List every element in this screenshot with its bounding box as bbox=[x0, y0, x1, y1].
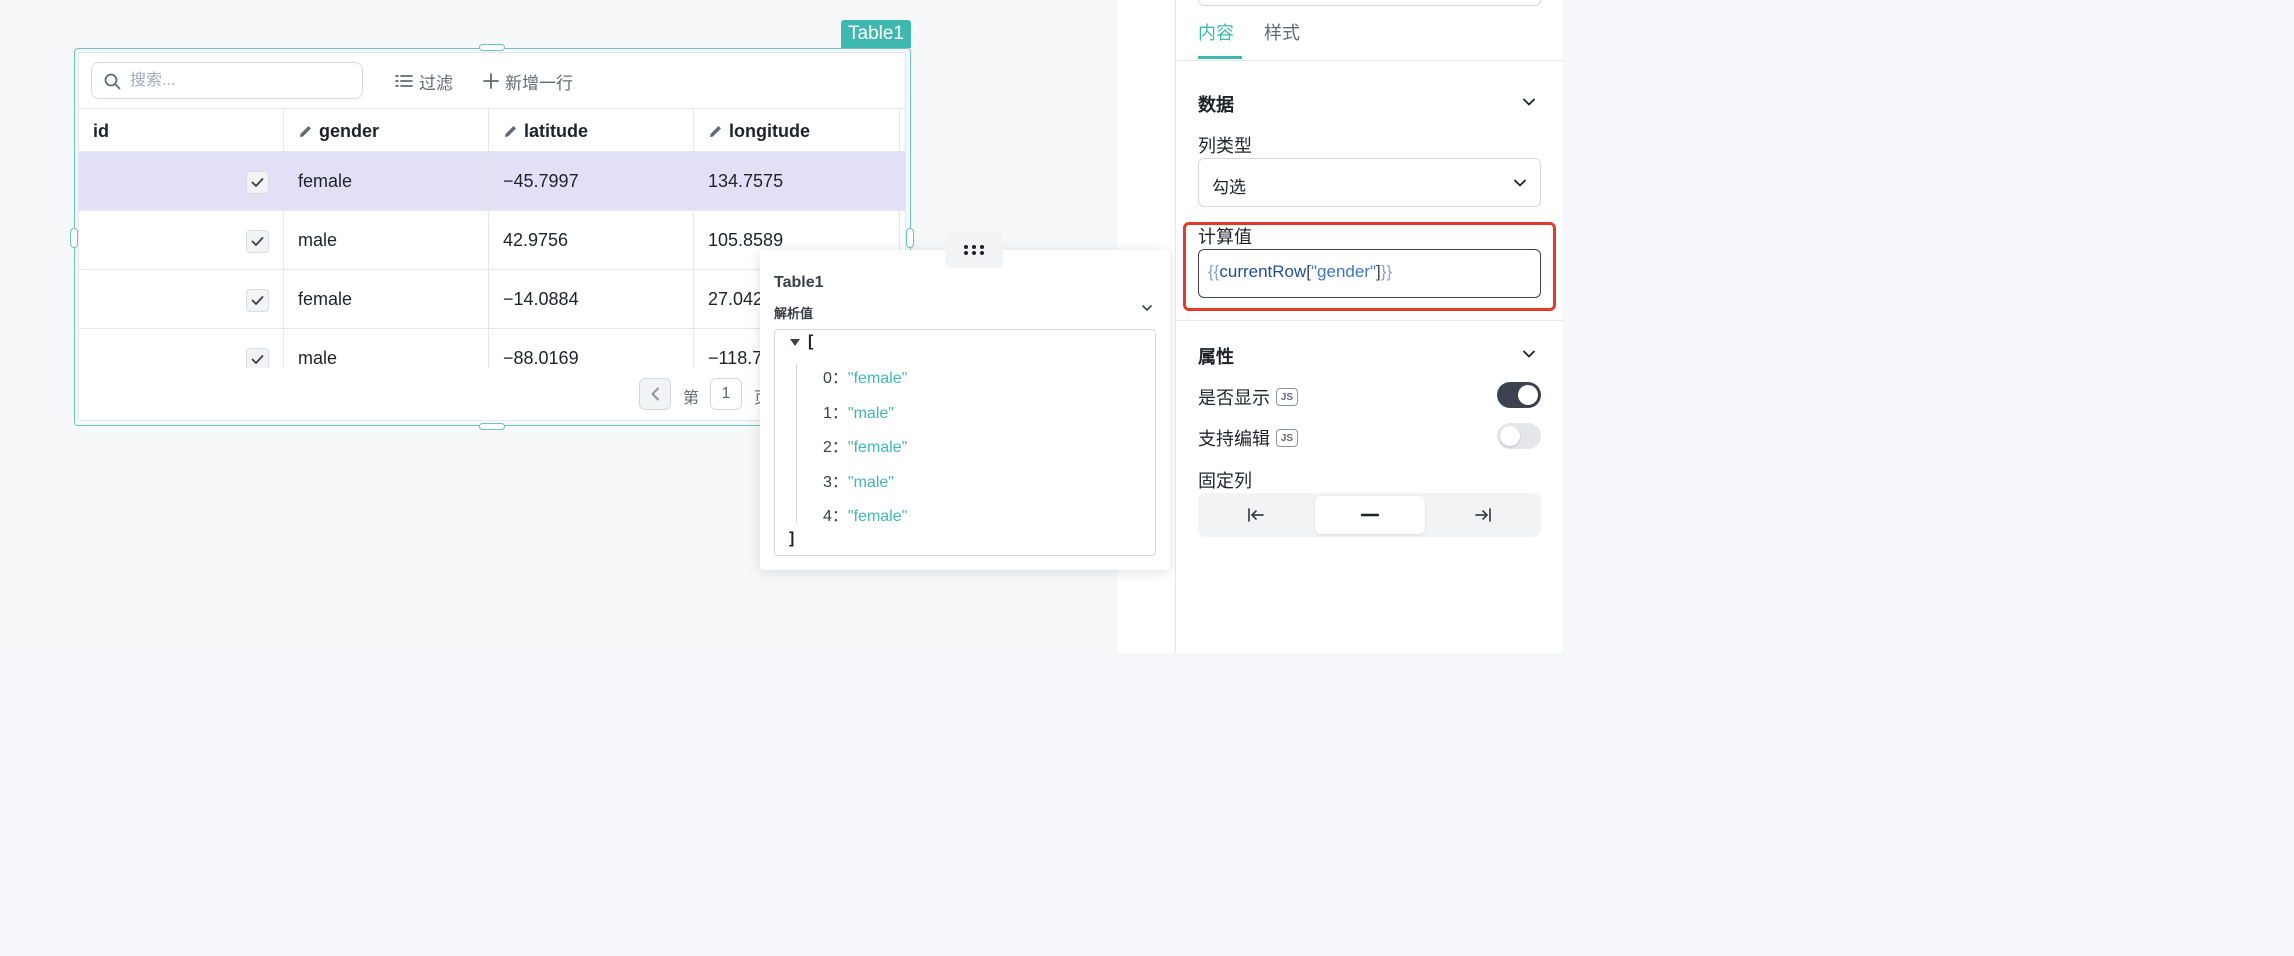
column-header-longitude[interactable]: longitude bbox=[694, 109, 900, 153]
minus-icon bbox=[1361, 513, 1379, 517]
tree-item[interactable]: 2："female" bbox=[823, 433, 907, 457]
section-title-data[interactable]: 数据 bbox=[1198, 91, 1234, 117]
search-box[interactable] bbox=[91, 62, 363, 99]
cell-longitude[interactable]: 134.7575 bbox=[694, 152, 900, 210]
resize-handle-left[interactable] bbox=[70, 228, 78, 248]
popover-title: Table1 bbox=[774, 274, 824, 291]
js-toggle-icon[interactable]: JS bbox=[1276, 429, 1298, 447]
tree-close-bracket: ] bbox=[789, 530, 795, 547]
tree-item[interactable]: 3："male" bbox=[823, 468, 894, 492]
prev-page-button[interactable] bbox=[639, 378, 671, 410]
evaluated-value-popover: Table1 解析值 [ 0："female" 1："male" 2："fema… bbox=[760, 250, 1170, 570]
fix-left-button[interactable] bbox=[1201, 496, 1311, 534]
toggle-knob bbox=[1500, 426, 1520, 446]
visible-label: 是否显示 JS bbox=[1198, 384, 1298, 410]
divider bbox=[1176, 60, 1564, 61]
edit-pencil-icon bbox=[710, 125, 721, 137]
toggle-knob bbox=[1518, 385, 1538, 405]
edit-pencil-icon bbox=[505, 125, 516, 137]
check-icon bbox=[251, 296, 264, 305]
popover-subtitle: 解析值 bbox=[774, 306, 814, 321]
widget-name-tag[interactable]: Table1 bbox=[841, 20, 911, 48]
cell-latitude[interactable]: −14.0884 bbox=[489, 270, 694, 328]
filter-icon bbox=[395, 75, 413, 87]
tab-style[interactable]: 样式 bbox=[1264, 19, 1300, 45]
cell-id[interactable] bbox=[79, 152, 284, 210]
cell-id[interactable] bbox=[79, 270, 284, 328]
check-icon bbox=[251, 355, 264, 364]
fixed-column-label: 固定列 bbox=[1198, 471, 1252, 491]
align-left-arrow-icon bbox=[1248, 508, 1264, 522]
name-input[interactable] bbox=[1198, 0, 1541, 6]
fix-right-button[interactable] bbox=[1428, 496, 1538, 534]
chevron-down-icon[interactable] bbox=[1141, 302, 1153, 314]
computed-value-input[interactable]: {{currentRow["gender"]}} bbox=[1198, 249, 1541, 298]
align-right-arrow-icon bbox=[1475, 508, 1491, 522]
computed-value-label: 计算值 bbox=[1198, 227, 1252, 247]
add-row-button[interactable]: 新增一行 bbox=[483, 70, 573, 93]
cell-gender[interactable]: female bbox=[284, 152, 489, 210]
page-prefix: 第 bbox=[683, 390, 700, 407]
tree-item[interactable]: 0："female" bbox=[823, 364, 907, 388]
tree-item[interactable]: 4："female" bbox=[823, 502, 907, 526]
table-header: id gender latitude longitude bbox=[79, 108, 905, 153]
column-header-gender[interactable]: gender bbox=[284, 109, 489, 153]
cell-latitude[interactable]: −45.7997 bbox=[489, 152, 694, 210]
chevron-down-icon[interactable] bbox=[1522, 96, 1536, 108]
js-toggle-icon[interactable]: JS bbox=[1276, 388, 1298, 406]
chevron-down-icon bbox=[1514, 179, 1526, 187]
grip-dots-icon bbox=[964, 245, 984, 255]
row-checkbox[interactable] bbox=[246, 230, 269, 253]
page-number-input[interactable]: 1 bbox=[710, 378, 742, 410]
section-title-properties[interactable]: 属性 bbox=[1198, 343, 1234, 369]
check-icon bbox=[251, 178, 264, 187]
column-type-label: 列类型 bbox=[1198, 136, 1252, 156]
search-input[interactable] bbox=[130, 69, 350, 93]
column-header-id[interactable]: id bbox=[79, 109, 284, 153]
tree-open-bracket: [ bbox=[808, 333, 814, 350]
fixed-column-segmented bbox=[1198, 493, 1541, 537]
plus-icon bbox=[483, 73, 499, 89]
cell-latitude[interactable]: 42.9756 bbox=[489, 211, 694, 269]
row-checkbox[interactable] bbox=[246, 171, 269, 194]
visible-toggle[interactable] bbox=[1497, 382, 1541, 408]
cell-id[interactable] bbox=[79, 211, 284, 269]
check-icon bbox=[251, 237, 264, 246]
divider bbox=[1176, 320, 1564, 321]
table-row[interactable]: female −45.7997 134.7575 bbox=[79, 152, 905, 211]
add-row-label: 新增一行 bbox=[505, 73, 573, 93]
drag-handle[interactable] bbox=[945, 232, 1003, 268]
property-panel: 内容 样式 数据 列类型 勾选 计算值 {{currentRow["gender… bbox=[1175, 0, 1564, 653]
row-checkbox[interactable] bbox=[246, 289, 269, 312]
editable-label: 支持编辑 JS bbox=[1198, 425, 1298, 451]
table-toolbar: 过滤 新增一行 bbox=[79, 53, 905, 108]
column-type-select[interactable]: 勾选 bbox=[1198, 158, 1541, 207]
tab-content[interactable]: 内容 bbox=[1198, 19, 1234, 45]
filter-button[interactable]: 过滤 bbox=[395, 70, 453, 93]
tree-item[interactable]: 1："male" bbox=[823, 399, 894, 423]
filter-label: 过滤 bbox=[419, 73, 453, 93]
fix-none-button[interactable] bbox=[1315, 496, 1425, 534]
resize-handle-top[interactable] bbox=[479, 44, 505, 51]
tree-guide-line bbox=[796, 363, 797, 523]
resize-handle-bottom[interactable] bbox=[479, 423, 505, 430]
cell-gender[interactable]: male bbox=[284, 211, 489, 269]
edit-pencil-icon bbox=[300, 125, 311, 137]
search-icon bbox=[104, 73, 121, 90]
editable-toggle[interactable] bbox=[1497, 423, 1541, 449]
active-tab-indicator bbox=[1198, 56, 1242, 59]
chevron-down-icon[interactable] bbox=[1522, 348, 1536, 360]
column-type-value: 勾选 bbox=[1212, 178, 1246, 197]
column-header-latitude[interactable]: latitude bbox=[489, 109, 694, 153]
cell-gender[interactable]: female bbox=[284, 270, 489, 328]
caret-down-icon[interactable] bbox=[789, 338, 801, 348]
chevron-left-icon bbox=[651, 387, 659, 401]
json-tree: [ 0："female" 1："male" 2："female" 3："male… bbox=[774, 329, 1156, 556]
resize-handle-right[interactable] bbox=[906, 228, 914, 248]
